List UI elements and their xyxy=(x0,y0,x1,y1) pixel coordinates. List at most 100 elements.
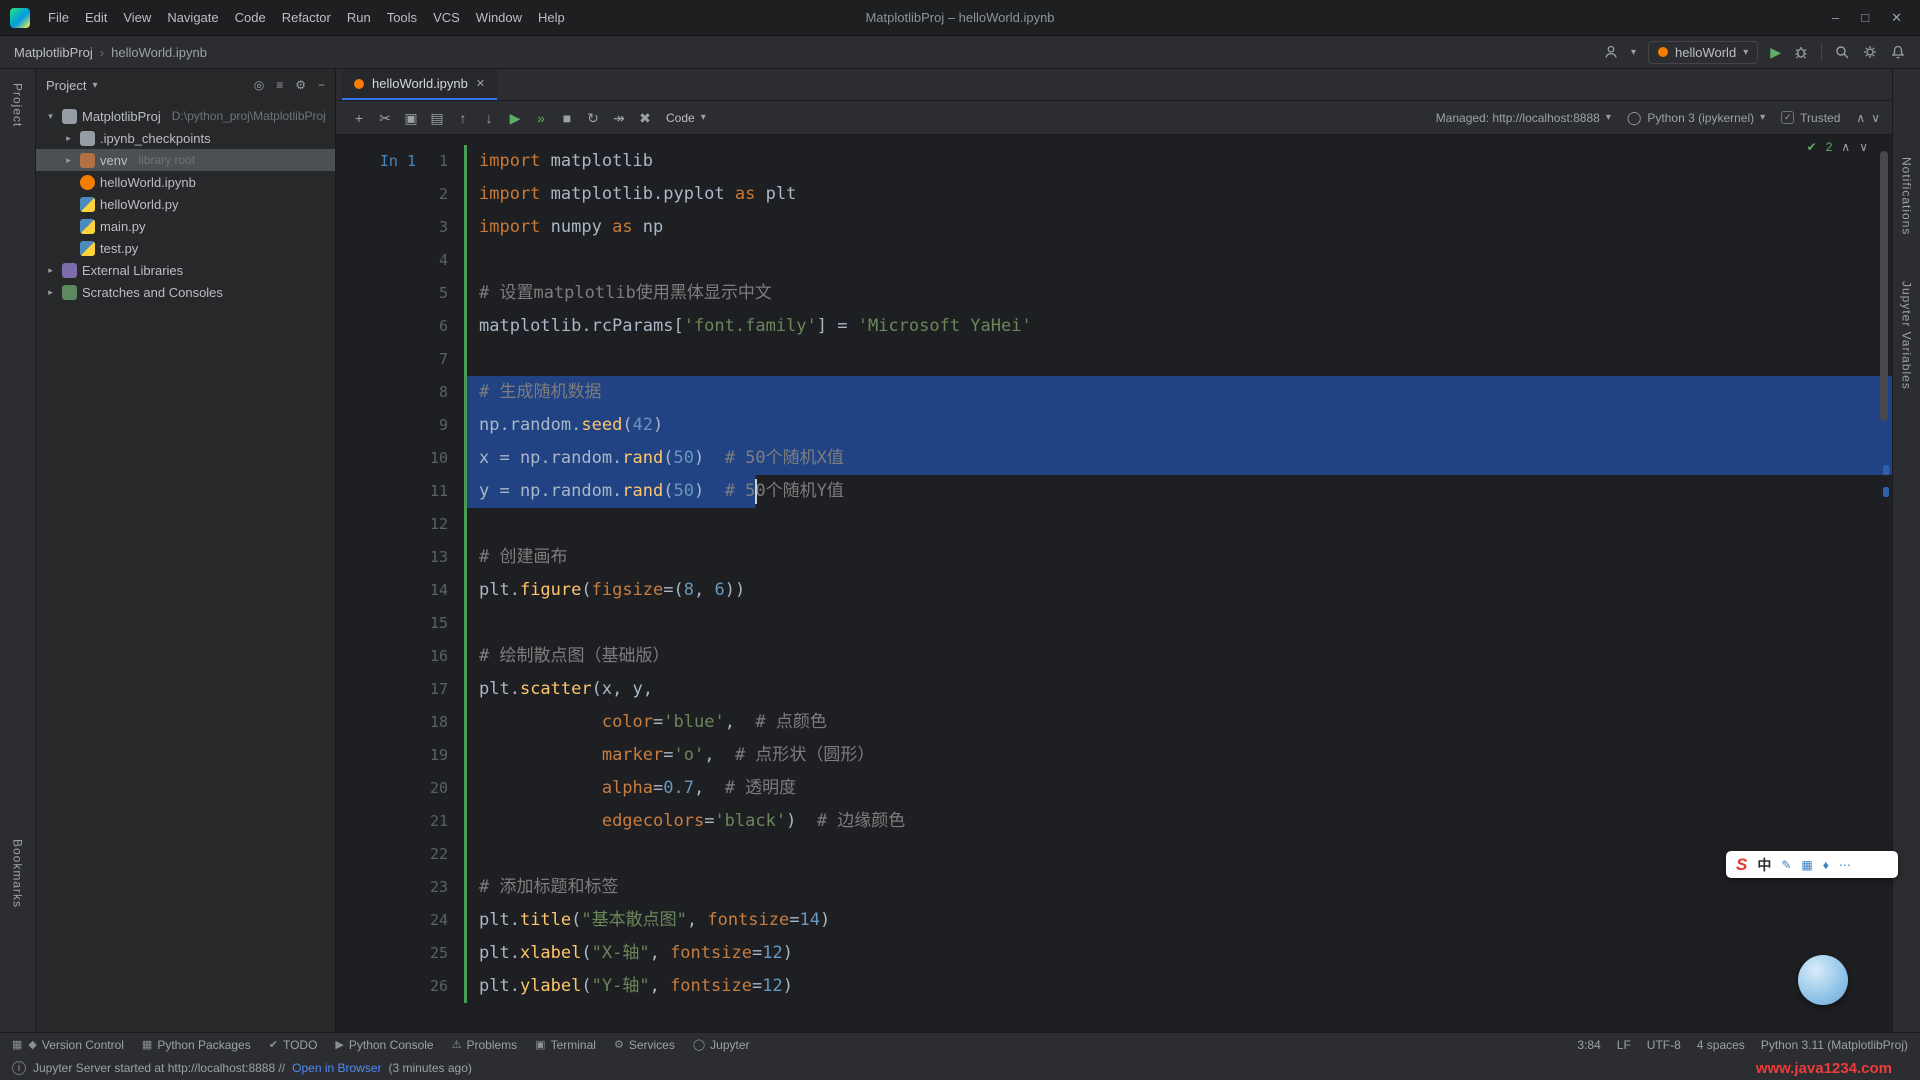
move-cell-down-icon[interactable]: ↓ xyxy=(478,107,500,129)
ime-toolbar[interactable]: S 中 ✎▦♦⋯ xyxy=(1726,851,1898,878)
line-number[interactable]: 11 xyxy=(416,475,464,508)
menu-item-run[interactable]: Run xyxy=(339,7,379,28)
ime-language-mode[interactable]: 中 xyxy=(1757,855,1771,875)
kernel-select[interactable]: ◯ Python 3 (ipykernel) ▾ xyxy=(1627,110,1765,126)
next-cell-icon[interactable]: ∨ xyxy=(1871,111,1880,125)
profile-caret-icon[interactable]: ▾ xyxy=(1631,47,1636,58)
tree-item-MatplotlibProj[interactable]: ▾MatplotlibProjD:\python_proj\Matplotlib… xyxy=(36,105,335,127)
status-widget[interactable]: LF xyxy=(1617,1038,1631,1052)
run-all-below-icon[interactable]: ↠ xyxy=(608,107,630,129)
line-number[interactable]: 14 xyxy=(416,574,464,607)
line-number[interactable]: 19 xyxy=(416,739,464,772)
editor[interactable]: ✔ 2 ∧ ∨ In 11import matplotlib2import ma… xyxy=(336,135,1892,1032)
ime-more-icon[interactable]: ⋯ xyxy=(1839,858,1851,872)
line-number[interactable]: 20 xyxy=(416,772,464,805)
code-line[interactable]: 7 xyxy=(336,343,1892,376)
settings-icon[interactable]: ⚙ xyxy=(295,78,306,92)
editor-scrollbar[interactable] xyxy=(1880,135,1890,1032)
line-number[interactable]: 5 xyxy=(416,277,464,310)
menu-item-navigate[interactable]: Navigate xyxy=(159,7,226,28)
status-item-problems[interactable]: ⚠Problems xyxy=(452,1038,518,1052)
chevron-icon[interactable]: ▸ xyxy=(62,155,75,166)
run-configuration-select[interactable]: helloWorld ▾ xyxy=(1648,41,1758,64)
code-line[interactable]: 6matplotlib.rcParams['font.family'] = 'M… xyxy=(336,310,1892,343)
code-line[interactable]: 8# 生成随机数据 xyxy=(336,376,1892,409)
code-line[interactable]: 24plt.title("基本散点图", fontsize=14) xyxy=(336,904,1892,937)
status-widget[interactable]: UTF-8 xyxy=(1647,1038,1681,1052)
run-all-cells-icon[interactable]: » xyxy=(530,107,552,129)
tab-close-icon[interactable]: ✕ xyxy=(476,77,485,90)
delete-cell-icon[interactable]: ✖ xyxy=(634,107,656,129)
status-item-python-packages[interactable]: ▦Python Packages xyxy=(142,1038,251,1052)
project-view-caret-icon[interactable]: ▾ xyxy=(92,80,97,91)
status-item-jupyter[interactable]: ◯Jupyter xyxy=(693,1038,750,1052)
jupyter-server-select[interactable]: Managed: http://localhost:8888 ▾ xyxy=(1436,111,1611,125)
line-number[interactable]: 21 xyxy=(416,805,464,838)
status-item-terminal[interactable]: ▣Terminal xyxy=(535,1038,596,1052)
menu-item-view[interactable]: View xyxy=(115,7,159,28)
breadcrumb-file[interactable]: helloWorld.ipynb xyxy=(111,45,207,60)
status-item-services[interactable]: ⚙Services xyxy=(614,1038,675,1052)
run-button[interactable]: ▶ xyxy=(1770,44,1781,61)
line-number[interactable]: 7 xyxy=(416,343,464,376)
line-number[interactable]: 6 xyxy=(416,310,464,343)
debug-button[interactable] xyxy=(1793,44,1809,60)
quick-access-icon[interactable]: ▦ xyxy=(12,1038,22,1051)
code-line[interactable]: 26plt.ylabel("Y-轴", fontsize=12) xyxy=(336,970,1892,1003)
chevron-icon[interactable]: ▸ xyxy=(44,287,57,298)
status-widget[interactable]: 4 spaces xyxy=(1697,1038,1745,1052)
move-cell-up-icon[interactable]: ↑ xyxy=(452,107,474,129)
menu-item-code[interactable]: Code xyxy=(227,7,274,28)
code-line[interactable]: 16# 绘制散点图（基础版） xyxy=(336,640,1892,673)
user-profile-icon[interactable] xyxy=(1603,44,1619,60)
line-number[interactable]: 22 xyxy=(416,838,464,871)
line-number[interactable]: 12 xyxy=(416,508,464,541)
code-line[interactable]: 5# 设置matplotlib使用黑体显示中文 xyxy=(336,277,1892,310)
floating-widget[interactable] xyxy=(1798,955,1848,1005)
collapse-all-icon[interactable]: ≡ xyxy=(276,78,283,92)
menu-item-refactor[interactable]: Refactor xyxy=(274,7,339,28)
code-line[interactable]: 9np.random.seed(42) xyxy=(336,409,1892,442)
settings-gear-icon[interactable] xyxy=(1862,44,1878,60)
open-in-browser-link[interactable]: Open in Browser xyxy=(292,1061,381,1075)
menu-item-vcs[interactable]: VCS xyxy=(425,7,468,28)
code-line[interactable]: 22 xyxy=(336,838,1892,871)
next-problem-icon[interactable]: ∨ xyxy=(1859,140,1868,154)
trusted-checkbox[interactable]: ✓ Trusted xyxy=(1781,111,1840,125)
code-line[interactable]: 3import numpy as np xyxy=(336,211,1892,244)
tab-helloworld-ipynb[interactable]: helloWorld.ipynb ✕ xyxy=(342,69,497,100)
tool-window-button-jupyter-variables[interactable]: Jupyter Variables xyxy=(1900,281,1914,390)
code-line[interactable]: 20 alpha=0.7, # 透明度 xyxy=(336,772,1892,805)
tool-window-button-project[interactable]: Project xyxy=(11,83,25,127)
prev-cell-icon[interactable]: ∧ xyxy=(1856,111,1865,125)
close-button[interactable]: ✕ xyxy=(1891,10,1902,26)
line-number[interactable]: 4 xyxy=(416,244,464,277)
code-line[interactable]: 21 edgecolors='black') # 边缘颜色 xyxy=(336,805,1892,838)
chevron-icon[interactable]: ▸ xyxy=(44,265,57,276)
locate-file-icon[interactable]: ◎ xyxy=(254,78,264,92)
line-number[interactable]: 23 xyxy=(416,871,464,904)
chevron-icon[interactable]: ▸ xyxy=(62,133,75,144)
breadcrumb-project[interactable]: MatplotlibProj xyxy=(14,45,93,60)
code-line[interactable]: 2import matplotlib.pyplot as plt xyxy=(336,178,1892,211)
scrollbar-thumb[interactable] xyxy=(1880,151,1888,421)
code-line[interactable]: 10x = np.random.rand(50) # 50个随机X值 xyxy=(336,442,1892,475)
menu-item-edit[interactable]: Edit xyxy=(77,7,115,28)
minimize-button[interactable]: – xyxy=(1832,10,1839,26)
tree-item-External Libraries[interactable]: ▸External Libraries xyxy=(36,259,335,281)
line-number[interactable]: 18 xyxy=(416,706,464,739)
line-number[interactable]: 10 xyxy=(416,442,464,475)
ime-mic-icon[interactable]: ♦ xyxy=(1823,858,1829,872)
tree-item-test.py[interactable]: test.py xyxy=(36,237,335,259)
line-number[interactable]: 1 xyxy=(416,145,464,178)
cut-cell-icon[interactable]: ✂ xyxy=(374,107,396,129)
code-line[interactable]: 18 color='blue', # 点颜色 xyxy=(336,706,1892,739)
status-widget[interactable]: 3:84 xyxy=(1577,1038,1600,1052)
stop-kernel-icon[interactable]: ■ xyxy=(556,107,578,129)
line-number[interactable]: 2 xyxy=(416,178,464,211)
hide-panel-icon[interactable]: − xyxy=(318,78,325,92)
menu-item-window[interactable]: Window xyxy=(468,7,530,28)
project-panel-title[interactable]: Project xyxy=(46,78,86,93)
notifications-bell-icon[interactable] xyxy=(1890,44,1906,60)
line-number[interactable]: 26 xyxy=(416,970,464,1003)
